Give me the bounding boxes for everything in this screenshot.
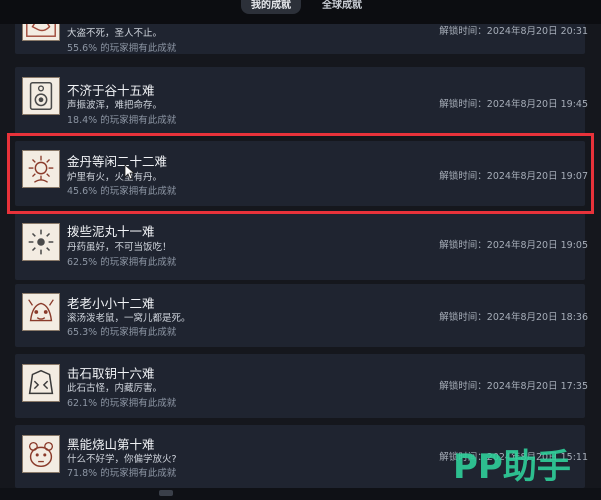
unlock-time: 解锁时间：2024年8月20日 20:31 — [439, 26, 588, 37]
bear-emblem-icon — [22, 435, 60, 473]
pp-assistant-watermark-logo: PP助手 — [453, 447, 571, 487]
tab-my-achievements[interactable]: 我的成就 — [241, 0, 301, 14]
achievement-title: 金丹等闲二十二难 — [67, 154, 168, 169]
furnace-flame-icon — [22, 150, 60, 188]
stone-mask-icon — [22, 364, 60, 402]
unlock-time: 解锁时间：2024年8月20日 19:45 — [439, 99, 588, 110]
top-tab-bar: 我的成就 全球成就 — [0, 0, 601, 24]
achievement-row[interactable]: 拨些泥丸十一难 丹药虽好，不可当饭吃！ 62.5% 的玩家拥有此成就 解锁时间：… — [15, 213, 588, 280]
pill-burst-icon — [22, 223, 60, 261]
achievement-row[interactable]: 金丹等闲二十二难 炉里有火，火里有丹。 45.6% 的玩家拥有此成就 解锁时间：… — [15, 141, 588, 206]
rat-emblem-icon — [22, 293, 60, 331]
achievement-description: 丹药虽好，不可当饭吃！ — [67, 242, 172, 253]
achievement-percent: 55.6% 的玩家拥有此成就 — [67, 43, 177, 54]
mouse-cursor-icon — [124, 164, 136, 180]
unlock-time: 解锁时间：2024年8月20日 19:07 — [439, 171, 588, 182]
achievement-description: 声振波浑，难把命存。 — [67, 100, 163, 111]
achievement-row[interactable]: 不济于谷十五难 声振波浑，难把命存。 18.4% 的玩家拥有此成就 解锁时间：2… — [15, 67, 588, 134]
achievement-row[interactable]: 击石取钥十六难 此石古怪，内藏厉害。 62.1% 的玩家拥有此成就 解锁时间：2… — [15, 354, 588, 418]
achievement-description: 大盗不死，圣人不止。 — [67, 28, 163, 39]
svg-text:PP助手: PP助手 — [453, 447, 571, 487]
achievement-description: 什么不好学，你偏学放火? — [67, 454, 177, 465]
achievement-list: 大盗不死，圣人不止。 55.6% 的玩家拥有此成就 解锁时间：2024年8月20… — [0, 0, 601, 500]
achievement-description: 滚汤泼老鼠，一窝儿都是死。 — [67, 313, 191, 324]
achievement-percent: 18.4% 的玩家拥有此成就 — [67, 115, 177, 126]
achievement-percent: 62.5% 的玩家拥有此成就 — [67, 257, 177, 268]
achievement-percent: 71.8% 的玩家拥有此成就 — [67, 468, 177, 479]
achievement-percent: 65.3% 的玩家拥有此成就 — [67, 327, 177, 338]
achievement-description: 炉里有火，火里有丹。 — [67, 172, 163, 183]
speaker-emblem-icon — [22, 77, 60, 115]
achievement-percent: 62.1% 的玩家拥有此成就 — [67, 398, 177, 409]
unlock-time: 解锁时间：2024年8月20日 18:36 — [439, 312, 588, 323]
achievement-percent: 45.6% 的玩家拥有此成就 — [67, 186, 177, 197]
unlock-time: 解锁时间：2024年8月20日 19:05 — [439, 240, 588, 251]
tab-global-achievements[interactable]: 全球成就 — [316, 0, 368, 14]
achievement-title: 拨些泥丸十一难 — [67, 224, 155, 239]
achievement-description: 此石古怪，内藏厉害。 — [67, 383, 163, 394]
scroll-indicator — [159, 490, 173, 496]
achievement-row[interactable]: 老老小小十二难 滚汤泼老鼠，一窝儿都是死。 65.3% 的玩家拥有此成就 解锁时… — [15, 284, 588, 347]
unlock-time: 解锁时间：2024年8月20日 17:35 — [439, 381, 588, 392]
